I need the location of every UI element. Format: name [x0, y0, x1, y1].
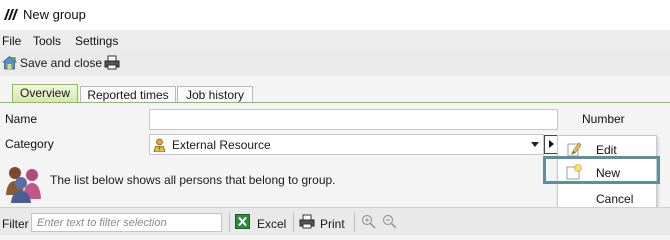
separator: [354, 212, 355, 232]
category-select[interactable]: External Resource: [149, 134, 544, 155]
name-input[interactable]: [149, 109, 558, 130]
print-button[interactable]: Print: [320, 217, 345, 231]
toolbar: Save and close: [0, 50, 670, 77]
external-resource-icon: [153, 138, 166, 152]
separator: [293, 212, 294, 232]
filter-input[interactable]: [31, 213, 222, 232]
menu-file[interactable]: File: [2, 34, 21, 48]
menu-item-edit-label: Edit: [596, 143, 617, 157]
menu-settings[interactable]: Settings: [75, 34, 118, 48]
group-persons-icon: [6, 167, 41, 203]
menu-item-cancel-label: Cancel: [596, 192, 634, 206]
save-close-button[interactable]: Save and close: [20, 56, 102, 70]
category-label: Category: [5, 137, 54, 151]
menu-item-cancel[interactable]: Cancel: [558, 187, 656, 209]
filter-bar: Filter Excel Print: [0, 207, 670, 235]
group-info-text: The list below shows all persons that be…: [50, 173, 336, 187]
tab-job-history[interactable]: Job history: [177, 86, 253, 103]
menu-bar: File Tools Settings: [0, 30, 670, 50]
arrow-right-icon: [549, 140, 554, 148]
zoom-in-icon[interactable]: [361, 214, 376, 229]
tab-overview[interactable]: Overview: [12, 84, 78, 104]
excel-button[interactable]: Excel: [257, 217, 286, 231]
title-bar: New group: [0, 0, 670, 30]
new-item-highlight: [543, 156, 660, 184]
edit-icon: [567, 142, 582, 157]
save-close-icon[interactable]: [2, 55, 17, 70]
tab-strip: Overview Reported times Job history: [0, 76, 670, 104]
print-icon[interactable]: [104, 55, 120, 70]
separator: [229, 212, 230, 232]
menu-tools[interactable]: Tools: [33, 34, 61, 48]
print-icon[interactable]: [299, 214, 315, 229]
number-label: Number: [582, 112, 625, 126]
excel-icon[interactable]: [235, 214, 250, 229]
chevron-down-icon[interactable]: [531, 142, 539, 147]
filter-label: Filter: [2, 217, 29, 231]
category-value: External Resource: [172, 138, 271, 152]
window-title: New group: [23, 7, 86, 22]
name-label: Name: [5, 112, 38, 126]
zoom-out-icon[interactable]: [382, 214, 397, 229]
tab-reported-times[interactable]: Reported times: [80, 86, 176, 103]
app-logo-icon: [4, 9, 18, 20]
